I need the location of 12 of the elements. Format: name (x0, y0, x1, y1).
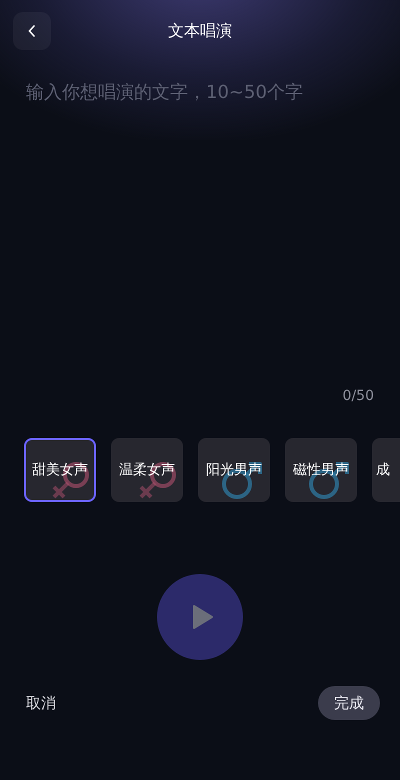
voice-option[interactable]: 成 (372, 438, 400, 502)
voice-option[interactable]: 温柔女声 (111, 438, 183, 502)
voice-option[interactable]: 磁性男声 (285, 438, 357, 502)
done-button[interactable]: 完成 (318, 686, 380, 720)
page-title: 文本唱演 (168, 20, 232, 42)
character-counter: 0/50 (342, 388, 374, 404)
play-icon (192, 604, 214, 630)
cancel-button[interactable]: 取消 (26, 694, 56, 712)
text-input-field[interactable]: 输入你想唱演的文字，10~50个字 (24, 76, 376, 384)
voice-option[interactable]: 阳光男声 (198, 438, 270, 502)
voice-option[interactable]: 甜美女声 (24, 438, 96, 502)
back-icon (28, 25, 36, 37)
